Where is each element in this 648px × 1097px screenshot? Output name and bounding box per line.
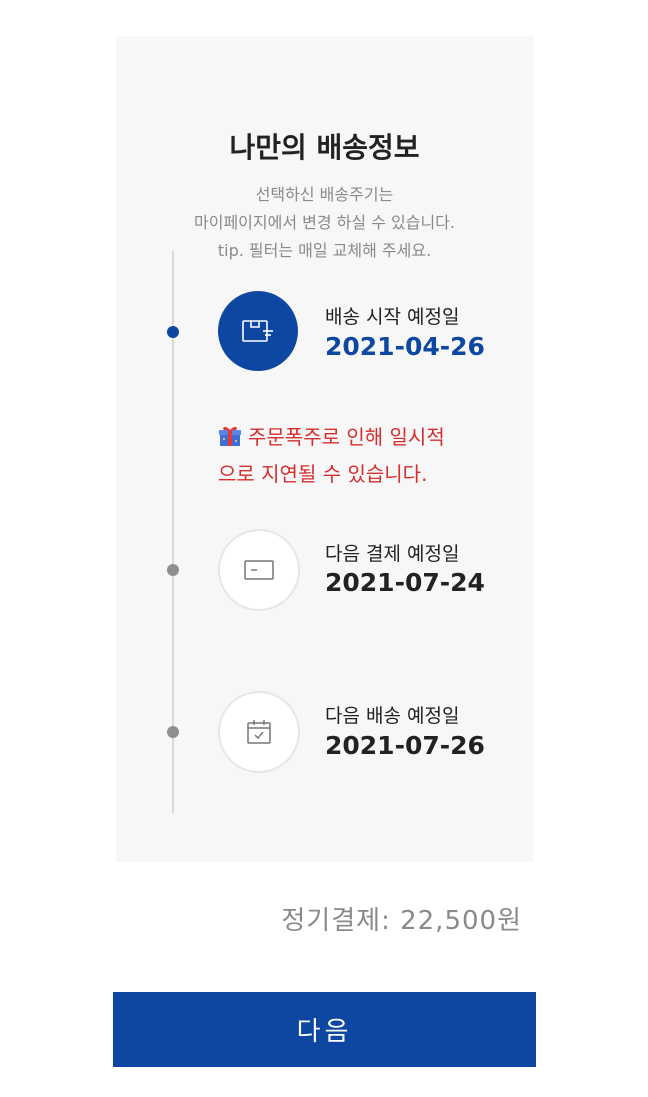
next-shipping-date: 2021-07-26 [325, 731, 485, 760]
timeline-dot [167, 726, 179, 738]
page-title: 나만의 배송정보 [229, 131, 420, 164]
delay-warning: 주문폭주로 인해 일시적 으로 지연될 수 있습니다. [218, 419, 445, 493]
next-shipping-label: 다음 배송 예정일 [325, 705, 460, 727]
calendar-check-icon [218, 691, 300, 773]
credit-card-icon [218, 529, 300, 611]
next-payment-date: 2021-07-24 [325, 568, 485, 597]
next-button[interactable]: 다음 [113, 992, 536, 1067]
warning-line: 으로 지연될 수 있습니다. [218, 462, 428, 486]
subtitle-line: 선택하신 배송주기는 [255, 185, 394, 204]
subtitle: 선택하신 배송주기는 마이페이지에서 변경 하실 수 있습니다. tip. 필터… [116, 181, 533, 265]
gift-icon [218, 422, 242, 446]
timeline-dot-active [167, 326, 179, 338]
shipping-start-label: 배송 시작 예정일 [325, 306, 460, 328]
shipping-info-card: 나만의 배송정보 선택하신 배송주기는 마이페이지에서 변경 하실 수 있습니다… [116, 36, 533, 862]
package-icon [218, 291, 298, 371]
next-payment-label: 다음 결제 예정일 [325, 543, 460, 565]
shipping-start-date: 2021-04-26 [325, 332, 485, 361]
subtitle-line: tip. 필터는 매일 교체해 주세요. [217, 241, 432, 260]
subtitle-line: 마이페이지에서 변경 하실 수 있습니다. [194, 213, 455, 232]
warning-line: 주문폭주로 인해 일시적 [248, 425, 445, 449]
subscription-price: 정기결제: 22,500원 [281, 906, 522, 936]
timeline-dot [167, 564, 179, 576]
